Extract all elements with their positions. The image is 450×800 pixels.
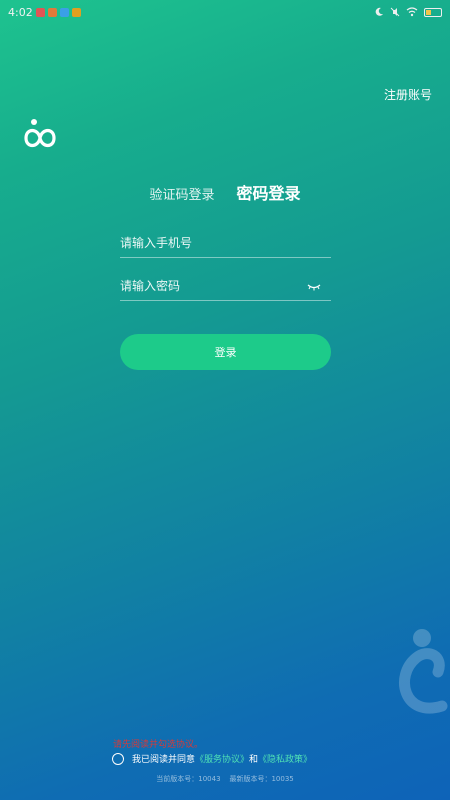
phone-input[interactable] bbox=[120, 228, 331, 257]
password-field bbox=[120, 271, 331, 301]
current-version: 10043 bbox=[198, 775, 221, 783]
password-input[interactable] bbox=[120, 271, 331, 300]
login-button[interactable]: 登录 bbox=[120, 334, 331, 370]
tab-sms-login[interactable]: 验证码登录 bbox=[149, 184, 214, 203]
mute-icon bbox=[390, 7, 400, 17]
notification-app-icon bbox=[35, 7, 45, 17]
agreement-and: 和 bbox=[249, 755, 259, 765]
privacy-policy-link[interactable]: 《隐私政策》 bbox=[258, 752, 312, 765]
register-link[interactable]: 注册账号 bbox=[384, 86, 432, 103]
battery-icon bbox=[424, 7, 442, 17]
eye-closed-icon[interactable] bbox=[307, 282, 321, 292]
status-right bbox=[374, 7, 442, 17]
current-version-label: 当前版本号： bbox=[156, 775, 199, 783]
service-agreement-link[interactable]: 《服务协议》 bbox=[195, 752, 249, 765]
phone-field bbox=[120, 228, 331, 258]
status-time: 4:02 bbox=[8, 5, 33, 19]
brand-watermark-icon bbox=[399, 629, 448, 714]
agreement-prefix: 我已阅读并同意 bbox=[132, 755, 196, 765]
notification-app-icon bbox=[71, 7, 81, 17]
version-info: 当前版本号：10043 最新版本号：10035 bbox=[0, 774, 450, 784]
login-mode-tabs: 验证码登录 密码登录 bbox=[0, 180, 450, 204]
agreement-radio[interactable] bbox=[112, 752, 124, 765]
notification-app-icon bbox=[59, 7, 69, 17]
moon-icon bbox=[375, 7, 383, 16]
latest-version: 10035 bbox=[271, 775, 294, 783]
status-bar: 4:02 bbox=[0, 0, 450, 24]
wifi-icon bbox=[406, 7, 418, 17]
latest-version-label: 最新版本号： bbox=[229, 775, 272, 783]
app-logo-icon bbox=[24, 119, 56, 148]
tab-password-login[interactable]: 密码登录 bbox=[237, 180, 301, 204]
agreement-warning: 请先阅读并勾选协议。 bbox=[113, 740, 204, 750]
status-left: 4:02 bbox=[8, 6, 81, 19]
notification-app-icon bbox=[47, 7, 57, 17]
agreement-row: 我已阅读并同意 《服务协议》 和 《隐私政策》 bbox=[112, 752, 312, 765]
